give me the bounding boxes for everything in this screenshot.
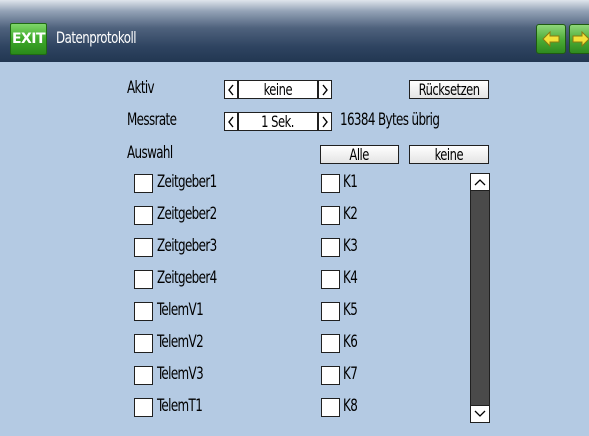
messrate-value-text: 1 Sek.: [261, 112, 295, 131]
arrow-left-icon: [542, 31, 560, 47]
checkbox-right-7[interactable]: [321, 366, 340, 385]
checkbox-left-label: Zeitgeber4: [157, 268, 217, 288]
chevron-left-icon: [228, 116, 234, 127]
select-none-button[interactable]: keine: [409, 145, 489, 164]
prev-page-button[interactable]: [536, 24, 566, 54]
arrow-right-icon: [572, 31, 589, 47]
checkbox-right-5[interactable]: [321, 302, 340, 321]
checkbox-right-label: K2: [343, 204, 358, 224]
checkbox-right-8[interactable]: [321, 398, 340, 417]
checkbox-right-4[interactable]: [321, 270, 340, 289]
messrate-prev-button[interactable]: [224, 112, 238, 131]
aktiv-prev-button[interactable]: [224, 80, 238, 99]
select-none-label: keine: [434, 145, 464, 164]
checkbox-right-label: K1: [343, 172, 358, 192]
checkbox-right-6[interactable]: [321, 334, 340, 353]
page-title: Datenprotokoll: [56, 28, 137, 47]
scrollbar[interactable]: [470, 173, 490, 423]
checkbox-left-label: Zeitgeber2: [157, 204, 217, 224]
checkbox-right-1[interactable]: [321, 174, 340, 193]
checkbox-right-label: K5: [343, 300, 358, 320]
checkbox-right-label: K3: [343, 236, 358, 256]
checkbox-left-label: Zeitgeber1: [157, 172, 217, 192]
checkbox-right-2[interactable]: [321, 206, 340, 225]
exit-button[interactable]: EXIT: [10, 23, 47, 55]
aktiv-next-button[interactable]: [318, 80, 332, 99]
checkbox-right-3[interactable]: [321, 238, 340, 257]
checkbox-left-label: TelemV1: [157, 300, 204, 320]
checkbox-left-label: TelemV2: [157, 332, 204, 352]
checkbox-left-7[interactable]: [134, 366, 153, 385]
select-all-label: Alle: [349, 145, 370, 164]
aktiv-value[interactable]: keine: [238, 80, 318, 99]
aktiv-label: Aktiv: [127, 78, 155, 98]
checkbox-right-label: K8: [343, 396, 358, 416]
checkbox-left-label: Zeitgeber3: [157, 236, 217, 256]
checkbox-left-5[interactable]: [134, 302, 153, 321]
checkbox-left-3[interactable]: [134, 238, 153, 257]
reset-button[interactable]: Rücksetzen: [409, 80, 489, 99]
checkbox-left-label: TelemV3: [157, 364, 204, 384]
chevron-left-icon: [228, 84, 234, 95]
screen: EXIT Datenprotokoll Aktiv keine Rücksetz…: [0, 0, 589, 436]
messrate-label: Messrate: [127, 110, 177, 130]
checkbox-left-label: TelemT1: [157, 396, 203, 416]
auswahl-label: Auswahl: [127, 143, 173, 163]
checkbox-right-label: K4: [343, 268, 358, 288]
checkbox-left-8[interactable]: [134, 398, 153, 417]
title-bar: EXIT Datenprotokoll: [0, 0, 589, 62]
checkbox-left-1[interactable]: [134, 174, 153, 193]
checkbox-left-2[interactable]: [134, 206, 153, 225]
checkbox-right-label: K7: [343, 364, 358, 384]
chevron-right-icon: [322, 84, 328, 95]
checkbox-left-4[interactable]: [134, 270, 153, 289]
chevron-down-icon: [474, 410, 486, 417]
chevron-right-icon: [322, 116, 328, 127]
chevron-up-icon: [474, 179, 486, 186]
scroll-up-button[interactable]: [470, 173, 490, 191]
scroll-down-button[interactable]: [470, 405, 490, 423]
messrate-value[interactable]: 1 Sek.: [238, 112, 318, 131]
checkbox-right-label: K6: [343, 332, 358, 352]
reset-button-label: Rücksetzen: [418, 80, 480, 99]
select-all-button[interactable]: Alle: [320, 145, 399, 164]
messrate-next-button[interactable]: [318, 112, 332, 131]
checkbox-left-6[interactable]: [134, 334, 153, 353]
next-page-button[interactable]: [569, 24, 589, 54]
aktiv-value-text: keine: [263, 80, 293, 99]
bytes-remaining: 16384 Bytes übrig: [340, 110, 440, 130]
